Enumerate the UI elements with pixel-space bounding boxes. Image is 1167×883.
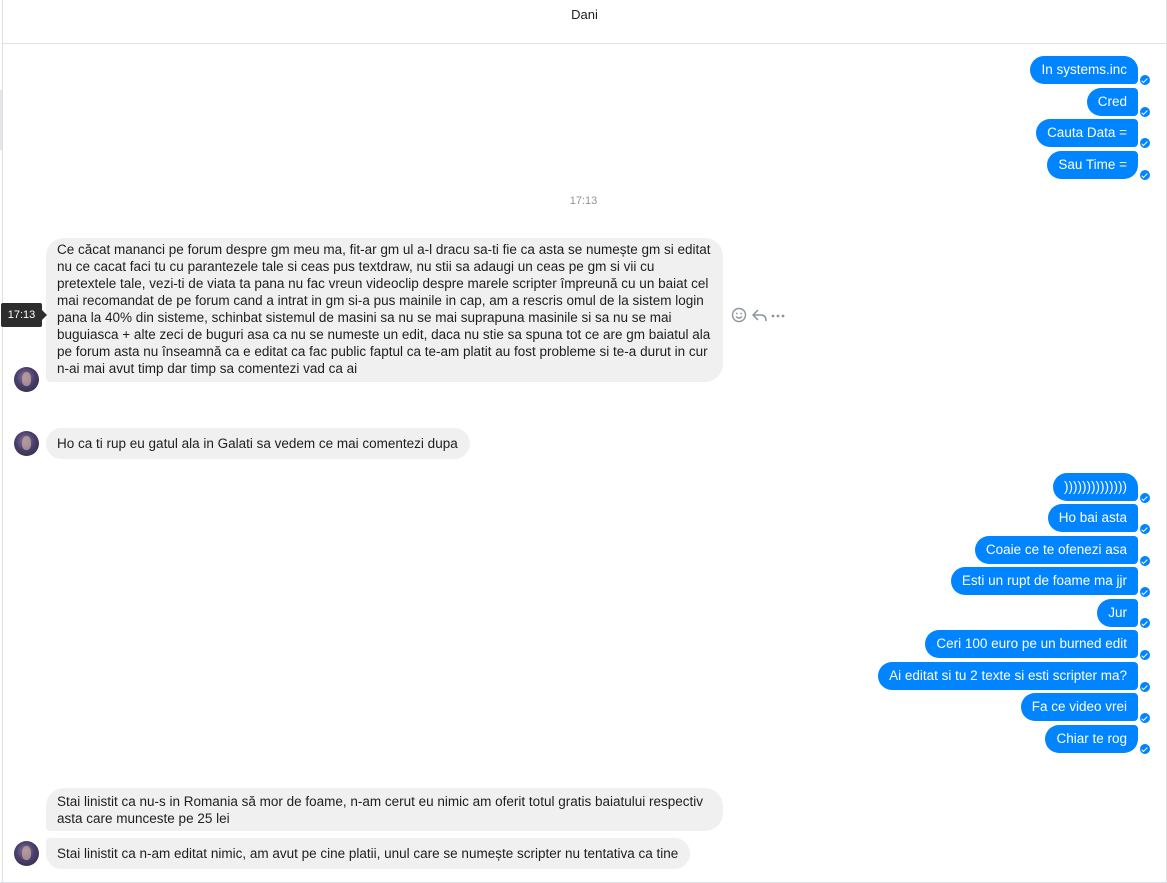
sent-message[interactable]: Jur [1097, 599, 1138, 627]
received-message[interactable]: Ho ca ti rup eu gatul ala in Galati sa v… [46, 428, 470, 459]
emoji-icon[interactable] [731, 307, 747, 323]
reply-icon[interactable] [751, 307, 768, 323]
seen-check-icon [1140, 170, 1150, 180]
more-icon[interactable] [771, 307, 785, 323]
sent-message[interactable]: Ceri 100 euro pe un burned edit [925, 630, 1138, 658]
seen-check-icon [1140, 713, 1150, 723]
timestamp-tooltip: 17:13 [1, 303, 47, 327]
seen-check-icon [1140, 587, 1150, 597]
message-thread[interactable]: In systems.inc Cred Cauta Data = Sau Tim… [0, 0, 1167, 883]
seen-check-icon [1140, 650, 1150, 660]
seen-check-icon [1140, 107, 1150, 117]
sent-message[interactable]: Chiar te rog [1045, 725, 1138, 753]
avatar[interactable] [14, 367, 39, 392]
seen-check-icon [1140, 556, 1150, 566]
received-message[interactable]: Stai linistit ca nu-s in Romania să mor … [46, 788, 723, 831]
sent-message[interactable]: Ho bai asta [1047, 504, 1138, 532]
seen-check-icon [1140, 744, 1150, 754]
seen-check-icon [1140, 75, 1150, 85]
sent-message[interactable]: Cauta Data = [1036, 119, 1138, 147]
sent-message[interactable]: Ai editat si tu 2 texte si esti scripter… [878, 662, 1138, 690]
sent-message[interactable]: Cred [1086, 88, 1138, 116]
seen-check-icon [1140, 493, 1150, 503]
seen-check-icon [1140, 618, 1150, 628]
seen-check-icon [1140, 138, 1150, 148]
sent-message[interactable]: In systems.inc [1030, 56, 1138, 84]
timestamp-divider: 17:13 [569, 195, 598, 207]
sent-message[interactable]: Fa ce video vrei [1020, 693, 1138, 721]
received-message[interactable]: Ce căcat mananci pe forum despre gm meu … [46, 238, 723, 382]
sent-message[interactable]: Coaie ce te ofenezi asa [974, 536, 1138, 564]
sent-message[interactable]: Esti un rupt de foame ma jjr [950, 567, 1138, 595]
seen-check-icon [1140, 682, 1150, 692]
avatar[interactable] [14, 841, 39, 866]
sent-message[interactable]: )))))))))))))) [1053, 473, 1138, 501]
avatar[interactable] [14, 431, 39, 456]
received-message[interactable]: Stai linistit ca n-am editat nimic, am a… [46, 838, 691, 869]
sent-message[interactable]: Sau Time = [1047, 151, 1138, 179]
seen-check-icon [1140, 524, 1150, 534]
